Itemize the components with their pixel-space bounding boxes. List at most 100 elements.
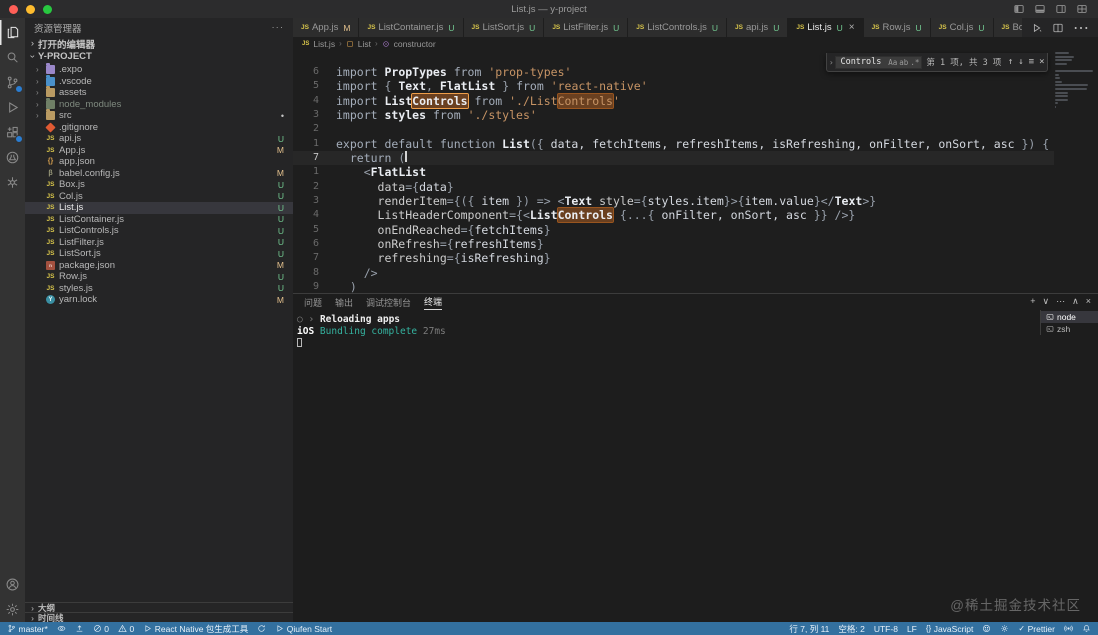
play-icon[interactable]: Qiufen Start <box>275 624 332 634</box>
sync-spinner-icon[interactable] <box>257 624 266 633</box>
maximize-panel-icon[interactable]: ∧ <box>1072 296 1079 307</box>
tab-col-js[interactable]: JSCol.jsU <box>931 18 994 37</box>
new-terminal-icon[interactable]: + <box>1030 296 1035 307</box>
tree-item--gitignore[interactable]: .gitignore <box>25 122 293 134</box>
tree-item-assets[interactable]: ›assets <box>25 87 293 99</box>
tree-item-app-json[interactable]: {}app.json <box>25 156 293 168</box>
tree-item-styles-js[interactable]: JSstyles.jsU <box>25 283 293 295</box>
check-icon[interactable]: ✓Prettier <box>1018 624 1055 634</box>
tree-item-listcontrols-js[interactable]: JSListControls.jsU <box>25 225 293 237</box>
panel-tab-调试控制台[interactable]: 调试控制台 <box>366 294 411 310</box>
next-match-icon[interactable]: ↓ <box>1018 57 1023 67</box>
minimap[interactable] <box>1055 52 1095 110</box>
gear-small-icon[interactable] <box>1000 624 1009 633</box>
eye-icon[interactable] <box>57 624 66 633</box>
terminal-output[interactable]: ○ › Reloading apps iOS Bundling complete… <box>297 314 446 351</box>
broadcast-icon[interactable] <box>1064 624 1073 633</box>
tree-item-src[interactable]: ›src• <box>25 110 293 122</box>
toggle-secondary-sidebar-icon[interactable] <box>1055 3 1067 15</box>
tree-item-col-js[interactable]: JSCol.jsU <box>25 191 293 203</box>
close-icon[interactable]: × <box>1039 57 1044 67</box>
find-in-selection-icon[interactable]: ≡ <box>1029 57 1034 67</box>
error-circle-icon[interactable]: 0 <box>93 624 109 634</box>
zoom-window-button[interactable] <box>43 5 52 14</box>
tree-item-list-js[interactable]: JSList.jsU <box>25 202 293 214</box>
extensions-icon[interactable] <box>0 120 25 145</box>
status-item[interactable]: LF <box>907 624 917 634</box>
terminal-item-node[interactable]: node <box>1041 311 1098 323</box>
close-panel-icon[interactable]: × <box>1086 296 1091 307</box>
tab-listcontainer-js[interactable]: JSListContainer.jsU <box>359 18 463 37</box>
tab-app-js[interactable]: JSApp.jsM <box>293 18 359 37</box>
whole-word-icon[interactable]: ab <box>899 58 908 67</box>
tree-item-listfilter-js[interactable]: JSListFilter.jsU <box>25 237 293 249</box>
previous-match-icon[interactable]: ↑ <box>1008 57 1013 67</box>
find-input[interactable]: Controls Aaab.* <box>835 56 922 69</box>
breadcrumb-item[interactable]: constructor <box>394 39 436 49</box>
tree-item-listsort-js[interactable]: JSListSort.jsU <box>25 248 293 260</box>
tree-item--vscode[interactable]: ›.vscode <box>25 76 293 88</box>
status-item[interactable]: 行 7, 列 11 <box>789 623 829 635</box>
test-circle-icon[interactable] <box>0 145 25 170</box>
project-root-section[interactable]: › Y-PROJECT <box>25 50 293 63</box>
regex-icon[interactable]: .* <box>910 58 919 67</box>
tab-list-js[interactable]: JSList.jsU× <box>788 18 863 37</box>
toggle-primary-sidebar-icon[interactable] <box>1013 3 1025 15</box>
breadcrumb-item[interactable]: List <box>358 39 371 49</box>
terminal-item-zsh[interactable]: zsh <box>1041 323 1098 335</box>
panel-tab-问题[interactable]: 问题 <box>304 294 322 310</box>
open-editors-section[interactable]: › 打开的编辑器 <box>25 37 293 50</box>
tree-item-row-js[interactable]: JSRow.jsU <box>25 271 293 283</box>
tab-listfilter-js[interactable]: JSListFilter.jsU <box>544 18 628 37</box>
settings-gear-icon[interactable] <box>0 597 25 622</box>
panel-tab-终端[interactable]: 终端 <box>424 294 442 310</box>
flower-extension-icon[interactable] <box>0 170 25 195</box>
account-icon[interactable] <box>0 572 25 597</box>
search-icon[interactable] <box>0 45 25 70</box>
warning-triangle-icon[interactable]: 0 <box>118 624 134 634</box>
source-control-icon[interactable] <box>0 70 25 95</box>
code-editor[interactable]: 6import PropTypes from 'prop-types'5impo… <box>293 50 1098 293</box>
upload-icon[interactable] <box>75 624 84 633</box>
split-editor-icon[interactable] <box>1052 22 1064 34</box>
close-window-button[interactable] <box>9 5 18 14</box>
tree-item-app-js[interactable]: JSApp.jsM <box>25 145 293 157</box>
smiley-icon[interactable] <box>982 624 991 633</box>
breadcrumb-item[interactable]: List.js <box>313 39 335 49</box>
tree-item-babel-config-js[interactable]: βbabel.config.jsM <box>25 168 293 180</box>
outline-section[interactable]: › 大纲 <box>25 602 293 612</box>
more-actions-icon[interactable]: ⋯ <box>1073 18 1089 38</box>
bell-icon[interactable] <box>1082 624 1091 633</box>
tree-item--expo[interactable]: ›.expo <box>25 64 293 76</box>
tab-api-js[interactable]: JSapi.jsU <box>727 18 788 37</box>
tree-item-node-modules[interactable]: ›node_modules <box>25 99 293 111</box>
tree-item-package-json[interactable]: npackage.jsonM <box>25 260 293 272</box>
tab-listsort-js[interactable]: JSListSort.jsU <box>464 18 545 37</box>
git-branch-icon[interactable]: master* <box>7 624 48 634</box>
tree-item-listcontainer-js[interactable]: JSListContainer.jsU <box>25 214 293 226</box>
status-item[interactable]: 空格: 2 <box>838 623 864 635</box>
minimize-window-button[interactable] <box>26 5 35 14</box>
close-tab-icon[interactable]: × <box>849 22 855 33</box>
tab-box-js[interactable]: JSBox.jsU <box>994 18 1023 37</box>
braces-icon[interactable]: {}JavaScript <box>926 624 974 634</box>
explorer-icon[interactable] <box>0 20 25 45</box>
run-debug-icon[interactable] <box>0 95 25 120</box>
panel-tab-输出[interactable]: 输出 <box>335 294 353 310</box>
chevron-down-icon[interactable]: ∨ <box>1043 296 1050 307</box>
run-file-icon[interactable] <box>1031 22 1043 34</box>
status-item[interactable]: UTF-8 <box>874 624 898 634</box>
tab-listcontrols-js[interactable]: JSListControls.jsU <box>628 18 727 37</box>
more-actions-icon[interactable]: ⋯ <box>1056 296 1065 307</box>
more-actions-icon[interactable]: ··· <box>272 22 285 33</box>
toggle-panel-icon[interactable] <box>1034 3 1046 15</box>
timeline-section[interactable]: › 时间线 <box>25 612 293 622</box>
play-icon[interactable]: React Native 包生成工具 <box>143 623 248 635</box>
match-case-icon[interactable]: Aa <box>888 58 897 67</box>
tree-item-yarn-lock[interactable]: Yyarn.lockM <box>25 294 293 306</box>
customize-layout-icon[interactable] <box>1076 3 1088 15</box>
tree-item-api-js[interactable]: JSapi.jsU <box>25 133 293 145</box>
find-toggle-chevron-icon[interactable]: › <box>827 58 835 67</box>
tab-row-js[interactable]: JSRow.jsU <box>864 18 931 37</box>
tree-item-box-js[interactable]: JSBox.jsU <box>25 179 293 191</box>
